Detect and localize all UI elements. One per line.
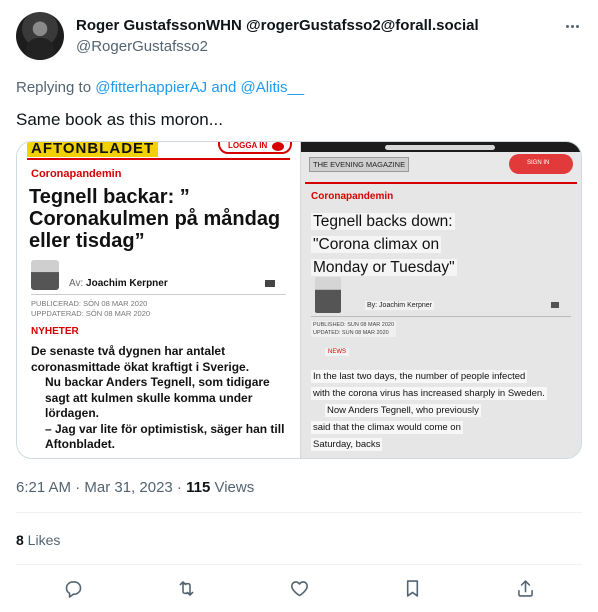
mail-icon <box>551 302 559 308</box>
divider <box>311 316 571 317</box>
body-line: with the corona virus has increased shar… <box>311 387 547 400</box>
divider <box>305 182 577 184</box>
article-kicker: Coronapandemin <box>311 191 394 202</box>
user-handle[interactable]: @RogerGustafsso2 <box>76 37 582 57</box>
author-photo <box>31 260 59 290</box>
action-bar <box>16 575 582 601</box>
published-date: PUBLICERAD: SÖN 08 MAR 2020 <box>31 299 148 308</box>
reply-icon[interactable] <box>60 575 86 601</box>
tweet-media[interactable]: AFTONBLADET LOGGA IN Coronapandemin Tegn… <box>16 141 582 459</box>
media-image-translated[interactable]: THE EVENING MAGAZINE SIGN IN Coronapande… <box>301 142 581 458</box>
magazine-logo: THE EVENING MAGAZINE <box>309 157 410 172</box>
body-paragraph: – Jag var lite för optimistisk, säger ha… <box>45 421 285 452</box>
section-label: NEWS <box>325 348 349 356</box>
divider <box>16 512 582 513</box>
login-label: LOGGA IN <box>228 141 268 150</box>
retweet-icon[interactable] <box>173 575 199 601</box>
browser-bar <box>301 142 581 152</box>
updated-date: UPDATED: SUN 08 MAR 2020 <box>313 330 389 336</box>
tweet-header: Roger GustafssonWHN @rogerGustafsso2@for… <box>76 16 582 57</box>
bookmark-icon[interactable] <box>399 575 425 601</box>
author-prefix: Av: <box>69 278 87 289</box>
views-count: 115 <box>186 479 211 496</box>
headline-line: Monday or Tuesday" <box>311 259 457 276</box>
section-label: NYHETER <box>31 326 79 337</box>
mention-link-alitis[interactable]: @Alitis__ <box>241 79 305 96</box>
body-line: In the last two days, the number of peop… <box>311 370 528 383</box>
reply-and[interactable]: and <box>211 79 236 96</box>
signin-label: SIGN IN <box>527 160 550 166</box>
mail-icon <box>265 280 275 287</box>
display-name[interactable]: Roger GustafssonWHN @rogerGustafsso2@for… <box>76 16 582 36</box>
divider <box>16 564 582 565</box>
replying-to: Replying to @fitterhappierAJ and @Alitis… <box>16 78 304 98</box>
likes-count: 8 <box>16 532 24 548</box>
signin-button-image: SIGN IN <box>509 154 573 174</box>
login-button-image: LOGGA IN <box>218 142 292 154</box>
body-line: Now Anders Tegnell, who previously <box>325 404 481 417</box>
reply-prefix: Replying to <box>16 79 92 96</box>
aftonbladet-bar: AFTONBLADET LOGGA IN <box>17 142 300 157</box>
article-author: Av: Joachim Kerpner <box>69 278 168 289</box>
avatar[interactable] <box>16 12 64 60</box>
updated-date: UPPDATERAD: SÖN 08 MAR 2020 <box>31 309 151 318</box>
tweet-text: Same book as this moron... <box>16 110 223 129</box>
headline-line: Tegnell backs down: <box>311 213 455 230</box>
tweet-timestamp: 6:21 AM · Mar 31, 2023 · 115 Views <box>16 478 254 498</box>
body-line: Saturday, backs <box>311 438 383 451</box>
article-body: De senaste två dygnen har antalet corona… <box>31 344 293 453</box>
author-name: Joachim Kerpner <box>86 278 168 289</box>
headline-line: "Corona climax on <box>311 236 442 253</box>
body-line: said that the climax would come on <box>311 421 463 434</box>
share-icon[interactable] <box>512 575 538 601</box>
body-paragraph: Nu backar Anders Tegnell, som tidigare s… <box>45 375 270 420</box>
article-kicker: Coronapandemin <box>31 168 122 180</box>
aftonbladet-logo: AFTONBLADET <box>27 142 159 157</box>
article-headline: Tegnell backar: ” Coronakulmen på måndag… <box>29 186 281 252</box>
divider <box>27 158 290 160</box>
media-image-original[interactable]: AFTONBLADET LOGGA IN Coronapandemin Tegn… <box>17 142 301 458</box>
heart-icon[interactable] <box>286 575 312 601</box>
author-photo <box>315 277 341 313</box>
likes-label: Likes <box>23 532 61 548</box>
views-label: Views <box>210 479 255 496</box>
more-dots-icon[interactable] <box>562 16 582 36</box>
article-dates: PUBLISHED: SUN 08 MAR 2020 UPDATED: SUN … <box>311 321 397 337</box>
body-paragraph: De senaste två dygnen har antalet corona… <box>31 344 250 374</box>
mention-link-fitterhappieraj[interactable]: @fitterhappierAJ <box>95 79 207 96</box>
article-headline: Tegnell backs down: "Corona climax on Mo… <box>311 210 511 279</box>
article-author: By: Joachim Kerpner <box>365 301 434 310</box>
user-icon <box>272 142 284 151</box>
likes-link[interactable]: 8 Likes <box>16 530 60 550</box>
article-body: In the last two days, the number of peop… <box>311 368 573 453</box>
tweet-time[interactable]: 6:21 AM · Mar 31, 2023 · <box>16 479 186 496</box>
divider <box>31 294 286 295</box>
published-date: PUBLISHED: SUN 08 MAR 2020 <box>313 322 395 328</box>
article-dates: PUBLICERAD: SÖN 08 MAR 2020 UPPDATERAD: … <box>31 299 150 319</box>
